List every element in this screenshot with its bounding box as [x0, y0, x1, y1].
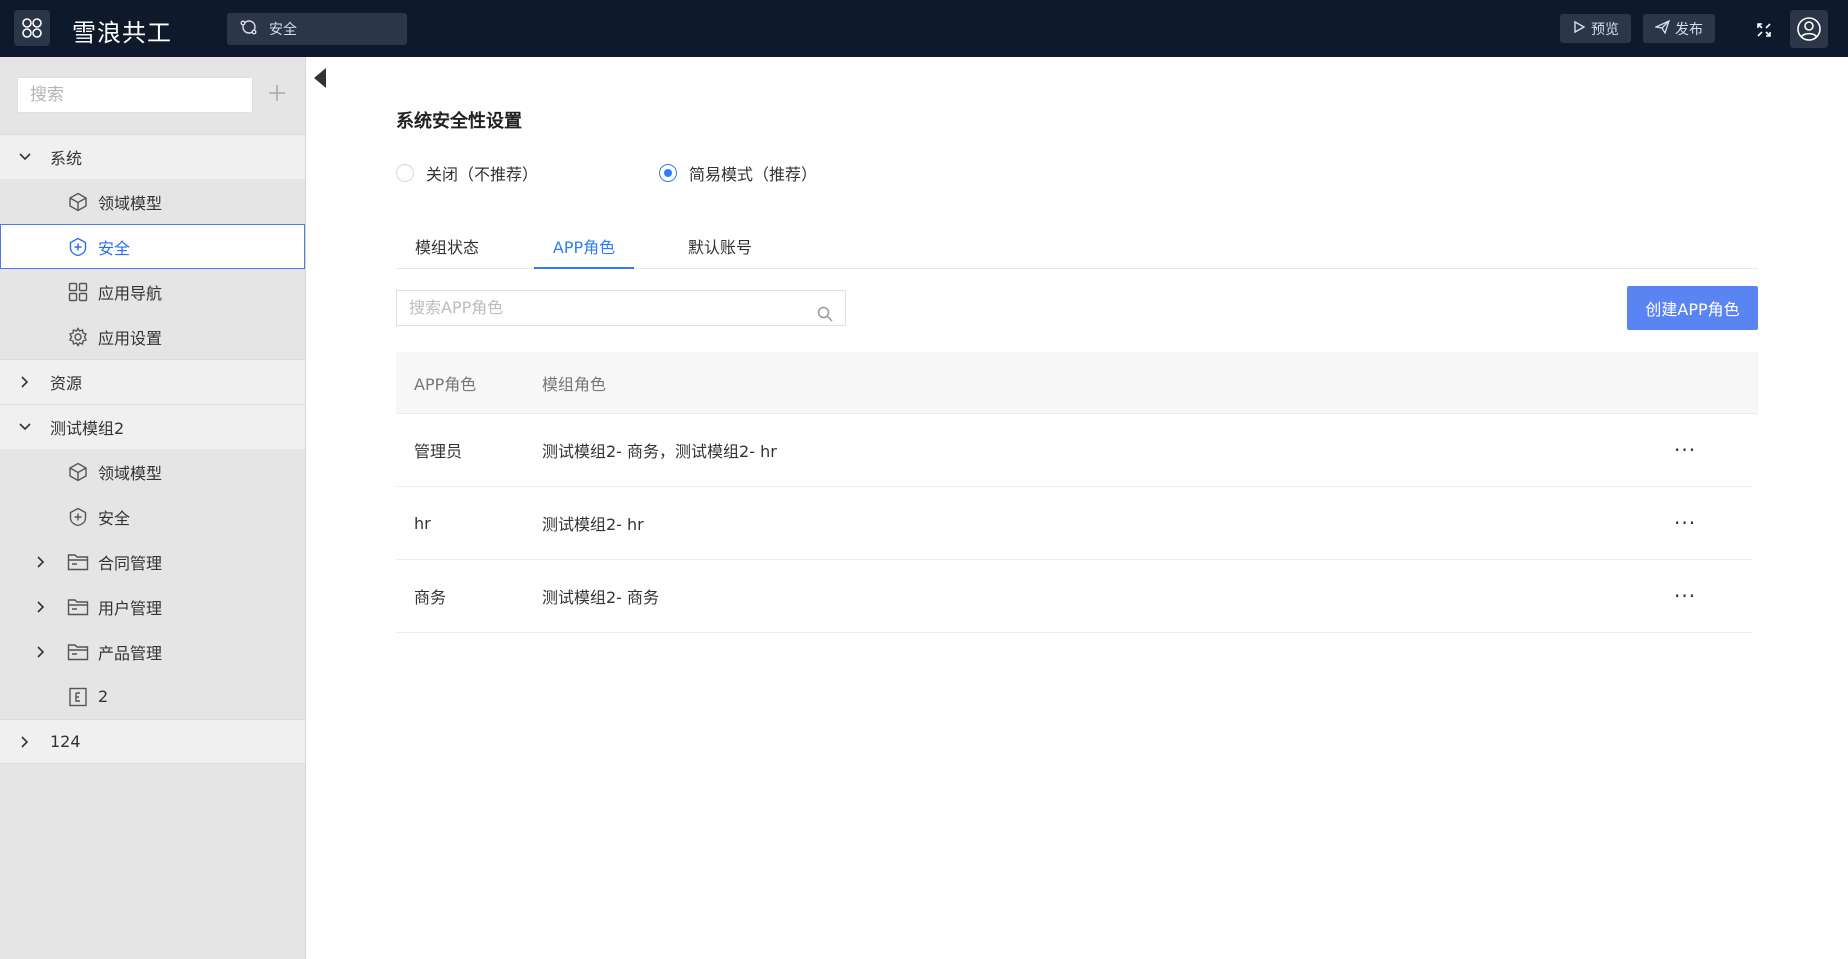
cell-app-role: hr: [414, 513, 431, 533]
publish-button[interactable]: 发布: [1643, 14, 1715, 43]
radio-circle-selected[interactable]: [659, 164, 677, 182]
sidebar-item-security[interactable]: 安全: [0, 494, 305, 539]
sidebar-search-input[interactable]: 搜索: [17, 77, 253, 113]
breadcrumb-label: 安全: [269, 22, 297, 38]
sidebar-item-label: 安全: [98, 508, 131, 528]
more-actions-icon[interactable]: ···: [1674, 584, 1696, 608]
preview-label: 预览: [1591, 21, 1619, 38]
tree-group-124[interactable]: 124: [0, 719, 305, 764]
tree-group-label: 系统: [50, 149, 83, 168]
tab-default-account[interactable]: 默认账号: [670, 226, 770, 269]
user-avatar-icon[interactable]: [1790, 10, 1828, 48]
cell-app-role: 商务: [414, 588, 447, 607]
navigation-tree: 系统 领域模型 安全 应用导航 应用设置 资源 测试模组2 领域模型 安全 合同…: [0, 134, 305, 764]
sidebar: 搜索 系统 领域模型 安全 应用导航 应用设置 资源 测试模组2 领域模型 安全…: [0, 57, 306, 959]
gear-icon: [64, 326, 92, 348]
entity-icon: [64, 686, 92, 708]
search-placeholder: 搜索APP角色: [409, 298, 504, 317]
search-icon[interactable]: [817, 300, 833, 334]
more-actions-icon[interactable]: ···: [1674, 511, 1696, 535]
sidebar-item-label: 领域模型: [98, 463, 163, 483]
sidebar-item-label: 安全: [98, 238, 131, 258]
sidebar-item-entity-2[interactable]: 2: [0, 674, 305, 719]
cell-app-role: 管理员: [414, 442, 463, 461]
folder-icon: [64, 596, 92, 618]
folder-icon: [64, 641, 92, 663]
add-icon[interactable]: [264, 78, 290, 108]
sidebar-item-user-mgmt[interactable]: 用户管理: [0, 584, 305, 629]
sidebar-item-product-mgmt[interactable]: 产品管理: [0, 629, 305, 674]
table-row: 管理员 测试模组2- 商务，测试模组2- hr ···: [396, 414, 1752, 487]
cell-module-roles: 测试模组2- 商务，测试模组2- hr: [542, 442, 777, 461]
cell-module-roles: 测试模组2- 商务: [542, 588, 660, 607]
chevron-down-icon[interactable]: [0, 150, 50, 164]
chevron-right-icon[interactable]: [34, 555, 48, 569]
page-title: 系统安全性设置: [396, 111, 522, 132]
more-actions-icon[interactable]: ···: [1674, 438, 1696, 462]
chevron-right-icon[interactable]: [34, 645, 48, 659]
chevron-right-icon[interactable]: [0, 375, 50, 389]
tree-group-label: 124: [50, 732, 81, 751]
tab-app-roles[interactable]: APP角色: [534, 226, 634, 269]
app-role-search-input[interactable]: 搜索APP角色: [396, 290, 846, 326]
grid-icon: [64, 281, 92, 303]
publish-label: 发布: [1675, 21, 1703, 38]
create-app-role-button[interactable]: 创建APP角色: [1627, 286, 1758, 330]
shield-plus-icon: [64, 506, 92, 528]
chevron-right-icon[interactable]: [34, 600, 48, 614]
sidebar-item-security[interactable]: 安全: [0, 224, 305, 269]
table-row: hr 测试模组2- hr ···: [396, 487, 1752, 560]
cell-module-roles: 测试模组2- hr: [542, 515, 644, 534]
sidebar-item-label: 用户管理: [98, 598, 163, 618]
breadcrumb[interactable]: 安全: [227, 13, 407, 45]
chevron-right-icon[interactable]: [0, 735, 50, 749]
sidebar-item-label: 产品管理: [98, 643, 163, 663]
shield-plus-icon: [64, 236, 92, 258]
radio-simple-mode[interactable]: 简易模式（推荐）: [659, 161, 817, 185]
tab-bar: 模组状态 APP角色 默认账号: [396, 226, 1758, 269]
column-header-app-role: APP角色: [414, 374, 477, 394]
sidebar-item-label: 应用设置: [98, 328, 163, 348]
radio-off[interactable]: 关闭（不推荐）: [396, 161, 538, 185]
sidebar-item-label: 2: [98, 687, 109, 706]
radio-circle[interactable]: [396, 164, 414, 182]
send-icon: [1653, 19, 1671, 38]
radio-label: 关闭（不推荐）: [426, 165, 539, 184]
tree-group-system[interactable]: 系统: [0, 134, 305, 179]
sidebar-item-domain-model[interactable]: 领域模型: [0, 449, 305, 494]
app-menu-icon[interactable]: [14, 10, 50, 46]
app-title: 雪浪共工: [72, 19, 172, 47]
folder-icon: [64, 551, 92, 573]
sidebar-item-contract-mgmt[interactable]: 合同管理: [0, 539, 305, 584]
tab-module-status[interactable]: 模组状态: [396, 226, 498, 269]
column-header-module-role: 模组角色: [542, 374, 607, 394]
sidebar-item-domain-model[interactable]: 领域模型: [0, 179, 305, 224]
tree-group-label: 测试模组2: [50, 419, 125, 438]
table-row: 商务 测试模组2- 商务 ···: [396, 560, 1752, 633]
tree-group-resources[interactable]: 资源: [0, 359, 305, 404]
tree-group-test-module-2[interactable]: 测试模组2: [0, 404, 305, 449]
table-header: APP角色 模组角色: [396, 352, 1758, 414]
sidebar-item-label: 领域模型: [98, 193, 163, 213]
play-icon: [1572, 20, 1586, 38]
sidebar-item-app-nav[interactable]: 应用导航: [0, 269, 305, 314]
preview-button[interactable]: 预览: [1560, 14, 1631, 43]
cube-icon: [64, 191, 92, 213]
sidebar-item-app-settings[interactable]: 应用设置: [0, 314, 305, 359]
app-role-table: APP角色 模组角色 管理员 测试模组2- 商务，测试模组2- hr ··· h…: [396, 352, 1758, 633]
security-breadcrumb-icon: [239, 17, 259, 41]
sidebar-item-label: 应用导航: [98, 283, 163, 303]
sidebar-item-label: 合同管理: [98, 553, 163, 573]
chevron-down-icon[interactable]: [0, 420, 50, 434]
tree-group-label: 资源: [50, 374, 83, 393]
collapse-sidebar-icon[interactable]: [314, 68, 326, 88]
cube-icon: [64, 461, 92, 483]
radio-label: 简易模式（推荐）: [689, 165, 818, 184]
fullscreen-icon[interactable]: [1756, 22, 1772, 42]
top-bar: 雪浪共工 安全 预览 发布: [0, 0, 1848, 57]
